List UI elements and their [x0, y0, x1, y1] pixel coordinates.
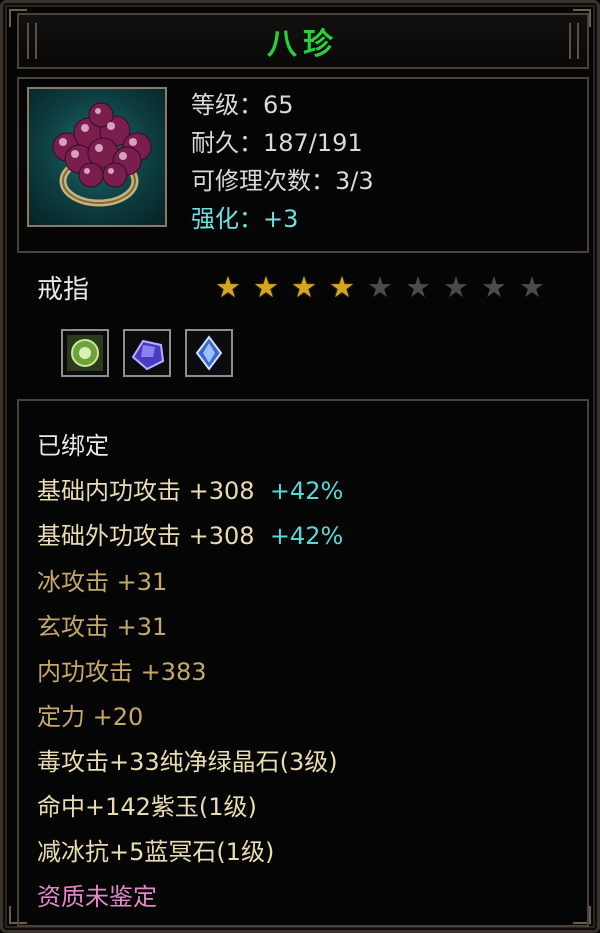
attribute-bonus-percent: +42% — [269, 522, 344, 550]
star-rating: ★ ★ ★ ★ ★ ★ ★ ★ ★ — [213, 273, 547, 302]
item-title-bar: 八珍 — [17, 13, 589, 69]
star-filled-icon: ★ — [215, 270, 241, 304]
attribute-line: 内功攻击 +383 — [37, 658, 207, 686]
title-ornament — [27, 23, 37, 59]
item-type: 戒指 — [37, 275, 90, 305]
socketed-gem-line: 减冰抗+5蓝冥石(1级) — [37, 838, 275, 866]
star-filled-icon: ★ — [329, 270, 355, 304]
bound-status: 已绑定 — [37, 432, 109, 460]
star-empty-icon: ★ — [367, 270, 393, 304]
attribute-bonus-percent: +42% — [269, 477, 344, 505]
star-empty-icon: ★ — [405, 270, 431, 304]
item-durability: 耐久：187/191 — [191, 129, 363, 157]
star-empty-icon: ★ — [443, 270, 469, 304]
attribute-line: 冰攻击 +31 — [37, 568, 168, 596]
item-tooltip: 八珍 等级：65 耐久：187/191 可修理次数：3/3 强化：+3 戒指 ★… — [0, 0, 600, 933]
green-gem-icon[interactable] — [61, 329, 109, 377]
item-enhance-level: 强化：+3 — [191, 205, 299, 233]
purple-gem-icon[interactable] — [123, 329, 171, 377]
star-filled-icon: ★ — [253, 270, 279, 304]
star-filled-icon: ★ — [291, 270, 317, 304]
grape-ring-icon[interactable] — [27, 87, 167, 227]
attribute-line: 基础外功攻击 +308 +42% — [37, 522, 344, 550]
attribute-line: 定力 +20 — [37, 703, 144, 731]
socketed-gem-line: 命中+142紫玉(1级) — [37, 793, 257, 821]
item-repair-count: 可修理次数：3/3 — [191, 167, 374, 195]
quality-status: 资质未鉴定 — [37, 883, 157, 911]
item-summary-panel: 等级：65 耐久：187/191 可修理次数：3/3 强化：+3 — [17, 77, 589, 253]
title-ornament — [569, 23, 579, 59]
attribute-line: 玄攻击 +31 — [37, 613, 168, 641]
star-empty-icon: ★ — [481, 270, 507, 304]
star-empty-icon: ★ — [519, 270, 545, 304]
attribute-line: 基础内功攻击 +308 +42% — [37, 477, 344, 505]
blue-crystal-icon[interactable] — [185, 329, 233, 377]
item-name: 八珍 — [267, 27, 339, 62]
socketed-gem-line: 毒攻击+33纯净绿晶石(3级) — [37, 748, 338, 776]
gem-sockets — [61, 329, 233, 377]
item-level: 等级：65 — [191, 91, 294, 119]
